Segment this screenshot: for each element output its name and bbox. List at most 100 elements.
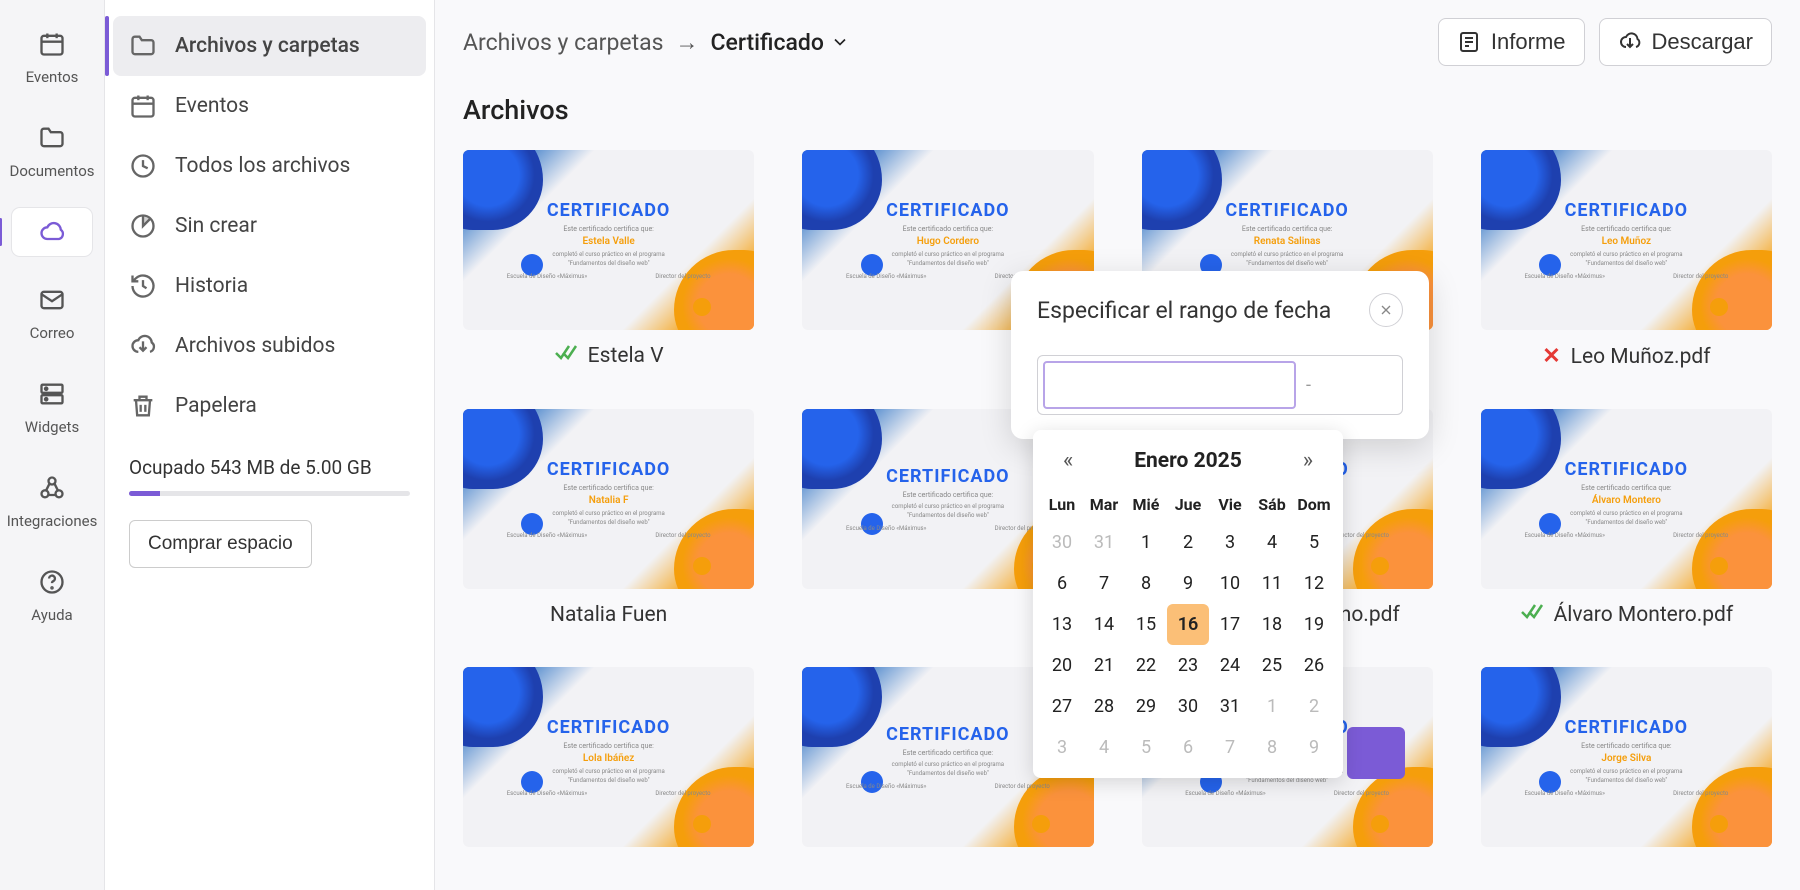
server-icon bbox=[38, 380, 66, 408]
rail-item-cloud[interactable] bbox=[12, 208, 92, 256]
calendar-day[interactable]: 30 bbox=[1167, 686, 1209, 727]
calendar-day[interactable]: 10 bbox=[1209, 563, 1251, 604]
calendar-day[interactable]: 13 bbox=[1041, 604, 1083, 645]
calendar-day[interactable]: 22 bbox=[1125, 645, 1167, 686]
calendar-day[interactable]: 9 bbox=[1293, 727, 1335, 768]
calendar-day[interactable]: 5 bbox=[1293, 522, 1335, 563]
calendar-day[interactable]: 8 bbox=[1125, 563, 1167, 604]
breadcrumb-current[interactable]: Certificado bbox=[711, 29, 850, 56]
calendar-day[interactable]: 1 bbox=[1251, 686, 1293, 727]
calendar-day[interactable]: 24 bbox=[1209, 645, 1251, 686]
rail-item-folder[interactable]: Documentos bbox=[12, 114, 92, 188]
calendar-day[interactable]: 31 bbox=[1209, 686, 1251, 727]
calendar-day[interactable]: 5 bbox=[1125, 727, 1167, 768]
file-thumbnail: CERTIFICADO Este certificado certifica q… bbox=[1481, 667, 1772, 847]
help-icon bbox=[38, 568, 66, 596]
webhook-icon bbox=[38, 474, 66, 502]
date-separator: - bbox=[1306, 375, 1311, 396]
file-card[interactable]: CERTIFICADO Este certificado certifica q… bbox=[463, 409, 754, 627]
calendar-day[interactable]: 2 bbox=[1167, 522, 1209, 563]
file-thumbnail: CERTIFICADO Este certificado certifica q… bbox=[463, 409, 754, 589]
calendar-day[interactable]: 26 bbox=[1293, 645, 1335, 686]
sidebar-item[interactable]: Sin crear bbox=[105, 196, 434, 256]
calendar-day[interactable]: 31 bbox=[1083, 522, 1125, 563]
close-icon bbox=[1378, 302, 1394, 318]
calendar-prev-button[interactable]: « bbox=[1055, 444, 1081, 477]
buy-space-button[interactable]: Comprar espacio bbox=[129, 520, 312, 568]
calendar-day[interactable]: 29 bbox=[1125, 686, 1167, 727]
calendar-day[interactable]: 4 bbox=[1251, 522, 1293, 563]
sidebar-item[interactable]: Archivos subidos bbox=[105, 316, 434, 376]
sidebar-item[interactable]: Todos los archivos bbox=[105, 136, 434, 196]
file-card[interactable]: CERTIFICADO Este certificado certifica q… bbox=[1481, 667, 1772, 847]
calendar-day[interactable]: 3 bbox=[1209, 522, 1251, 563]
calendar-day[interactable]: 7 bbox=[1209, 727, 1251, 768]
calendar-day[interactable]: 18 bbox=[1251, 604, 1293, 645]
calendar-day[interactable]: 27 bbox=[1041, 686, 1083, 727]
calendar-day[interactable]: 8 bbox=[1251, 727, 1293, 768]
apply-button[interactable] bbox=[1347, 727, 1405, 779]
calendar-day[interactable]: 30 bbox=[1041, 522, 1083, 563]
rail-item-help[interactable]: Ayuda bbox=[12, 558, 92, 632]
breadcrumb: Archivos y carpetas → Certificado bbox=[463, 29, 850, 56]
topbar-actions: Informe Descargar bbox=[1438, 18, 1772, 66]
calendar-dow: Vie bbox=[1209, 487, 1251, 522]
calendar-day[interactable]: 7 bbox=[1083, 563, 1125, 604]
calendar-day[interactable]: 12 bbox=[1293, 563, 1335, 604]
file-card[interactable]: CERTIFICADO Este certificado certifica q… bbox=[463, 150, 754, 369]
calendar-day[interactable]: 14 bbox=[1083, 604, 1125, 645]
calendar-day[interactable]: 17 bbox=[1209, 604, 1251, 645]
breadcrumb-root[interactable]: Archivos y carpetas bbox=[463, 29, 664, 56]
calendar-picker: « Enero 2025 » LunMarMiéJueVieSábDom 303… bbox=[1033, 430, 1343, 778]
calendar-day[interactable]: 25 bbox=[1251, 645, 1293, 686]
calendar-month-label: Enero 2025 bbox=[1134, 449, 1242, 473]
rail-item-mail[interactable]: Correo bbox=[12, 276, 92, 350]
rail-item-webhook[interactable]: Integraciones bbox=[12, 464, 92, 538]
date-start-input[interactable] bbox=[1043, 361, 1296, 409]
calendar-day[interactable]: 28 bbox=[1083, 686, 1125, 727]
calendar-day[interactable]: 11 bbox=[1251, 563, 1293, 604]
download-button[interactable]: Descargar bbox=[1599, 18, 1772, 66]
sidebar-item-label: Archivos subidos bbox=[175, 334, 335, 358]
app-rail: Eventos Documentos Correo Widgets Integracio… bbox=[0, 0, 105, 890]
calendar-day[interactable]: 3 bbox=[1041, 727, 1083, 768]
sidebar-item[interactable]: Papelera bbox=[105, 376, 434, 436]
calendar-dow: Mié bbox=[1125, 487, 1167, 522]
sidebar-item[interactable]: Historia bbox=[105, 256, 434, 316]
calendar-day[interactable]: 6 bbox=[1167, 727, 1209, 768]
calendar-day[interactable]: 4 bbox=[1083, 727, 1125, 768]
sidebar-item[interactable]: Eventos bbox=[105, 76, 434, 136]
file-thumbnail: CERTIFICADO Este certificado certifica q… bbox=[463, 150, 754, 330]
file-card[interactable]: CERTIFICADO Este certificado certifica q… bbox=[1481, 150, 1772, 369]
calendar-dow: Jue bbox=[1167, 487, 1209, 522]
calendar-day[interactable]: 1 bbox=[1125, 522, 1167, 563]
sidebar-item[interactable]: Archivos y carpetas bbox=[113, 16, 426, 76]
sidebar-item-label: Historia bbox=[175, 274, 248, 298]
calendar-day[interactable]: 23 bbox=[1167, 645, 1209, 686]
x-icon: ✕ bbox=[1542, 344, 1560, 369]
calendar-day[interactable]: 16 bbox=[1167, 604, 1209, 645]
calendar-day[interactable]: 9 bbox=[1167, 563, 1209, 604]
modal-close-button[interactable] bbox=[1369, 293, 1403, 327]
calendar-dow: Dom bbox=[1293, 487, 1335, 522]
calendar-day[interactable]: 21 bbox=[1083, 645, 1125, 686]
date-end-input[interactable] bbox=[1321, 373, 1397, 397]
piechart-icon bbox=[129, 212, 157, 240]
mail-icon bbox=[38, 286, 66, 314]
calendar-day[interactable]: 2 bbox=[1293, 686, 1335, 727]
calendar-day[interactable]: 6 bbox=[1041, 563, 1083, 604]
section-title: Archivos bbox=[463, 94, 1772, 126]
file-card[interactable]: CERTIFICADO Este certificado certifica q… bbox=[1481, 409, 1772, 627]
rail-item-server[interactable]: Widgets bbox=[12, 370, 92, 444]
file-card[interactable]: CERTIFICADO Este certificado certifica q… bbox=[463, 667, 754, 847]
report-button[interactable]: Informe bbox=[1438, 18, 1585, 66]
arrow-icon: → bbox=[676, 29, 699, 56]
sidebar-item-label: Todos los archivos bbox=[175, 154, 350, 178]
calendar-day[interactable]: 19 bbox=[1293, 604, 1335, 645]
sidebar-item-label: Papelera bbox=[175, 394, 257, 418]
calendar-dow: Lun bbox=[1041, 487, 1083, 522]
calendar-day[interactable]: 20 bbox=[1041, 645, 1083, 686]
rail-item-calendar[interactable]: Eventos bbox=[12, 20, 92, 94]
calendar-next-button[interactable]: » bbox=[1295, 444, 1321, 477]
calendar-day[interactable]: 15 bbox=[1125, 604, 1167, 645]
